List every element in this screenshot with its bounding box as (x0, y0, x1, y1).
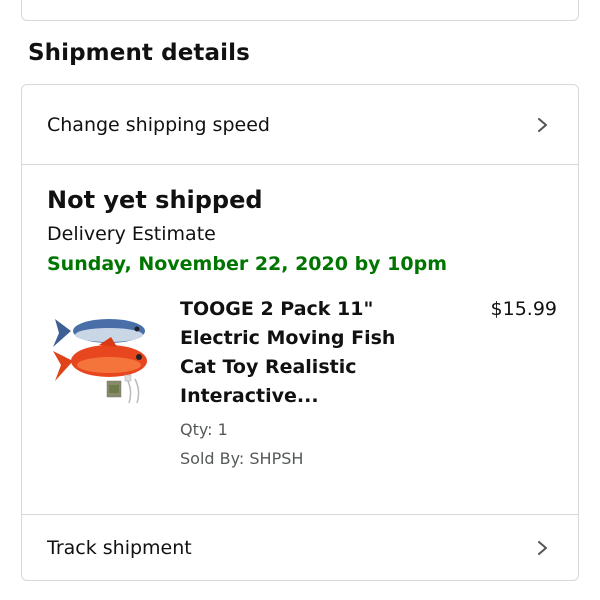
track-shipment-label: Track shipment (47, 536, 192, 559)
shipment-status-title: Not yet shipped (47, 186, 263, 214)
item-title-line: Interactive... (180, 385, 319, 407)
item-quantity: Qty: 1 (180, 420, 228, 439)
chevron-right-icon (538, 117, 547, 132)
change-shipping-speed-link[interactable]: Change shipping speed (22, 85, 578, 165)
item-price: $15.99 (490, 298, 557, 320)
delivery-estimate-date: Sunday, November 22, 2020 by 10pm (47, 253, 448, 275)
item-title[interactable]: TOOGE 2 Pack 11" Electric Moving Fish Ca… (180, 295, 420, 411)
chevron-right-icon (538, 540, 547, 555)
change-shipping-speed-label: Change shipping speed (47, 113, 270, 136)
shipment-status: Not yet shipped Delivery Estimate Sunday… (47, 183, 557, 279)
track-shipment-link[interactable]: Track shipment (22, 514, 578, 580)
delivery-estimate-label: Delivery Estimate (47, 223, 216, 245)
item-seller: Sold By: SHPSH (180, 449, 304, 468)
order-item[interactable]: TOOGE 2 Pack 11" Electric Moving Fish Ca… (47, 295, 557, 485)
item-title-line: Cat Toy Realistic (180, 356, 357, 378)
previous-card (21, 0, 579, 21)
item-title-line: Electric Moving Fish (180, 327, 396, 349)
item-info: TOOGE 2 Pack 11" Electric Moving Fish Ca… (180, 295, 420, 473)
section-heading: Shipment details (28, 40, 250, 66)
item-title-line: TOOGE 2 Pack 11" (180, 298, 374, 320)
product-image[interactable] (49, 299, 159, 409)
shipment-card: Change shipping speed Not yet shipped De… (21, 84, 579, 581)
